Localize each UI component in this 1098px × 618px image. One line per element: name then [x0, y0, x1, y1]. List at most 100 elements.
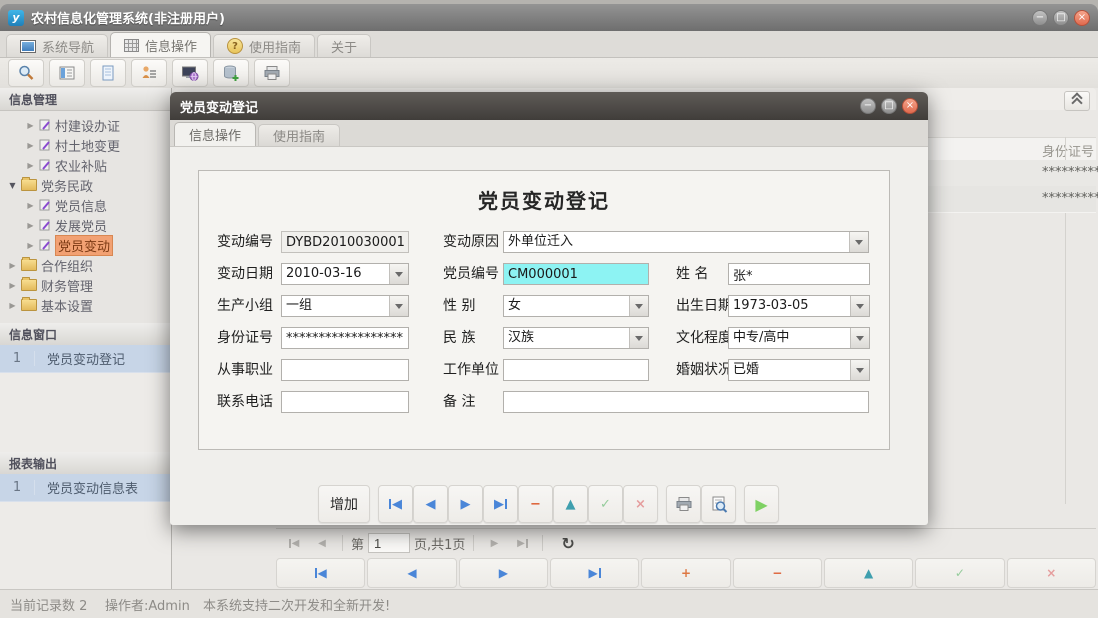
prior-record-button[interactable]: ◀: [413, 485, 448, 523]
education-select[interactable]: 中专/高中: [728, 327, 870, 349]
expander-icon[interactable]: ▼: [8, 181, 17, 190]
occupation-field[interactable]: [281, 359, 409, 381]
form-list-button[interactable]: [49, 59, 85, 87]
expander-icon[interactable]: ▶: [26, 121, 35, 130]
phone-field[interactable]: [281, 391, 409, 413]
nav-last-button[interactable]: ▶: [550, 558, 639, 588]
nav-delete-button[interactable]: −: [733, 558, 822, 588]
tree-item-agri-subsidy[interactable]: ▶ 农业补贴: [0, 155, 171, 175]
nav-post-button[interactable]: ✓: [915, 558, 1004, 588]
last-record-button[interactable]: ▶: [483, 485, 518, 523]
change-date-select[interactable]: 2010-03-16: [281, 263, 409, 285]
tree-item-basic-settings[interactable]: ▶ 基本设置: [0, 295, 171, 315]
nav-next-button[interactable]: ▶: [459, 558, 548, 588]
item-label: 党员变动信息表: [35, 478, 138, 497]
name-field[interactable]: [728, 263, 870, 285]
work-unit-field[interactable]: [503, 359, 649, 381]
print-preview-button[interactable]: [701, 485, 736, 523]
dropdown-arrow-icon[interactable]: [850, 296, 869, 316]
tree-label: 村建设办证: [55, 116, 120, 135]
page-last-button[interactable]: ▶: [510, 533, 534, 553]
dialog-close-button[interactable]: ×: [902, 98, 918, 114]
run-button[interactable]: ▶: [744, 485, 779, 523]
tab-label: 使用指南: [249, 37, 301, 56]
page-prior-button[interactable]: ◀: [310, 533, 334, 553]
expander-icon[interactable]: ▶: [26, 161, 35, 170]
report-item[interactable]: 1 党员变动信息表: [0, 474, 171, 502]
page-number-input[interactable]: [368, 533, 410, 553]
dropdown-arrow-icon[interactable]: [850, 328, 869, 348]
dropdown-arrow-icon[interactable]: [389, 296, 408, 316]
page-first-button[interactable]: ◀: [282, 533, 306, 553]
birth-select[interactable]: 1973-03-05: [728, 295, 870, 317]
change-reason-label: 变动原因: [443, 231, 499, 253]
edit-record-button[interactable]: ▲: [553, 485, 588, 523]
member-no-field[interactable]: [503, 263, 649, 285]
first-record-button[interactable]: ◀: [378, 485, 413, 523]
user-management-button[interactable]: [131, 59, 167, 87]
expander-icon[interactable]: ▶: [8, 281, 17, 290]
remark-field[interactable]: [503, 391, 869, 413]
monitor-web-button[interactable]: [172, 59, 208, 87]
search-button[interactable]: [8, 59, 44, 87]
tree-item-develop-member[interactable]: ▶ 发展党员: [0, 215, 171, 235]
tree-item-party-civil[interactable]: ▼ 党务民政: [0, 175, 171, 195]
expander-icon[interactable]: ▶: [26, 221, 35, 230]
expander-icon[interactable]: ▶: [26, 141, 35, 150]
expander-icon[interactable]: ▶: [26, 201, 35, 210]
tab-label: 关于: [331, 37, 357, 56]
next-record-button[interactable]: ▶: [448, 485, 483, 523]
add-button[interactable]: 增加: [318, 485, 370, 523]
marriage-select[interactable]: 已婚: [728, 359, 870, 381]
print-button[interactable]: [666, 485, 701, 523]
expander-icon[interactable]: ▶: [26, 241, 35, 250]
delete-record-button[interactable]: −: [518, 485, 553, 523]
expander-icon[interactable]: ▶: [8, 261, 17, 270]
dropdown-arrow-icon[interactable]: [849, 232, 868, 252]
dialog-tab-user-guide[interactable]: 使用指南: [258, 124, 340, 146]
cancel-record-button[interactable]: ×: [623, 485, 658, 523]
tab-system-nav[interactable]: 系统导航: [6, 34, 108, 57]
id-no-field[interactable]: [281, 327, 409, 349]
dropdown-arrow-icon[interactable]: [389, 264, 408, 284]
tree-item-land-change[interactable]: ▶ 村土地变更: [0, 135, 171, 155]
dialog-maximize-button[interactable]: □: [881, 98, 897, 114]
maximize-button[interactable]: □: [1053, 10, 1069, 26]
tab-info-operate[interactable]: 信息操作: [110, 32, 211, 57]
printer-button[interactable]: [254, 59, 290, 87]
group-label: 生产小组: [217, 295, 273, 317]
page-next-button[interactable]: ▶: [482, 533, 506, 553]
close-button[interactable]: ×: [1074, 10, 1090, 26]
change-reason-select[interactable]: 外单位迁入: [503, 231, 869, 253]
post-record-button[interactable]: ✓: [588, 485, 623, 523]
info-window-item[interactable]: 1 党员变动登记: [0, 345, 171, 373]
dropdown-arrow-icon[interactable]: [629, 296, 648, 316]
document-button[interactable]: [90, 59, 126, 87]
tab-user-guide[interactable]: ? 使用指南: [213, 34, 315, 57]
nav-insert-button[interactable]: +: [641, 558, 730, 588]
database-add-button[interactable]: [213, 59, 249, 87]
tree-item-member-change[interactable]: ▶ 党员变动: [0, 235, 171, 255]
tab-about[interactable]: 关于: [317, 34, 371, 57]
tree-item-finance[interactable]: ▶ 财务管理: [0, 275, 171, 295]
nav-cancel-button[interactable]: ×: [1007, 558, 1096, 588]
dialog-tab-info-operate[interactable]: 信息操作: [174, 122, 256, 146]
nav-edit-button[interactable]: ▲: [824, 558, 913, 588]
refresh-icon[interactable]: ↻: [561, 534, 574, 553]
dropdown-arrow-icon[interactable]: [629, 328, 648, 348]
minimize-button[interactable]: −: [1032, 10, 1048, 26]
dropdown-arrow-icon[interactable]: [850, 360, 869, 380]
nav-first-button[interactable]: ◀: [276, 558, 365, 588]
tree-label: 财务管理: [41, 276, 93, 295]
expander-icon[interactable]: ▶: [8, 301, 17, 310]
ethnic-select[interactable]: 汉族: [503, 327, 649, 349]
nav-prior-button[interactable]: ◀: [367, 558, 456, 588]
gender-select[interactable]: 女: [503, 295, 649, 317]
collapse-panel-button[interactable]: [1064, 91, 1090, 111]
tree-item-member-info[interactable]: ▶ 党员信息: [0, 195, 171, 215]
tree-item-cooperative[interactable]: ▶ 合作组织: [0, 255, 171, 275]
group-select[interactable]: 一组: [281, 295, 409, 317]
dialog-minimize-button[interactable]: −: [860, 98, 876, 114]
tree-item-village-construction[interactable]: ▶ 村建设办证: [0, 115, 171, 135]
section-header-info: 信息管理: [0, 88, 171, 111]
